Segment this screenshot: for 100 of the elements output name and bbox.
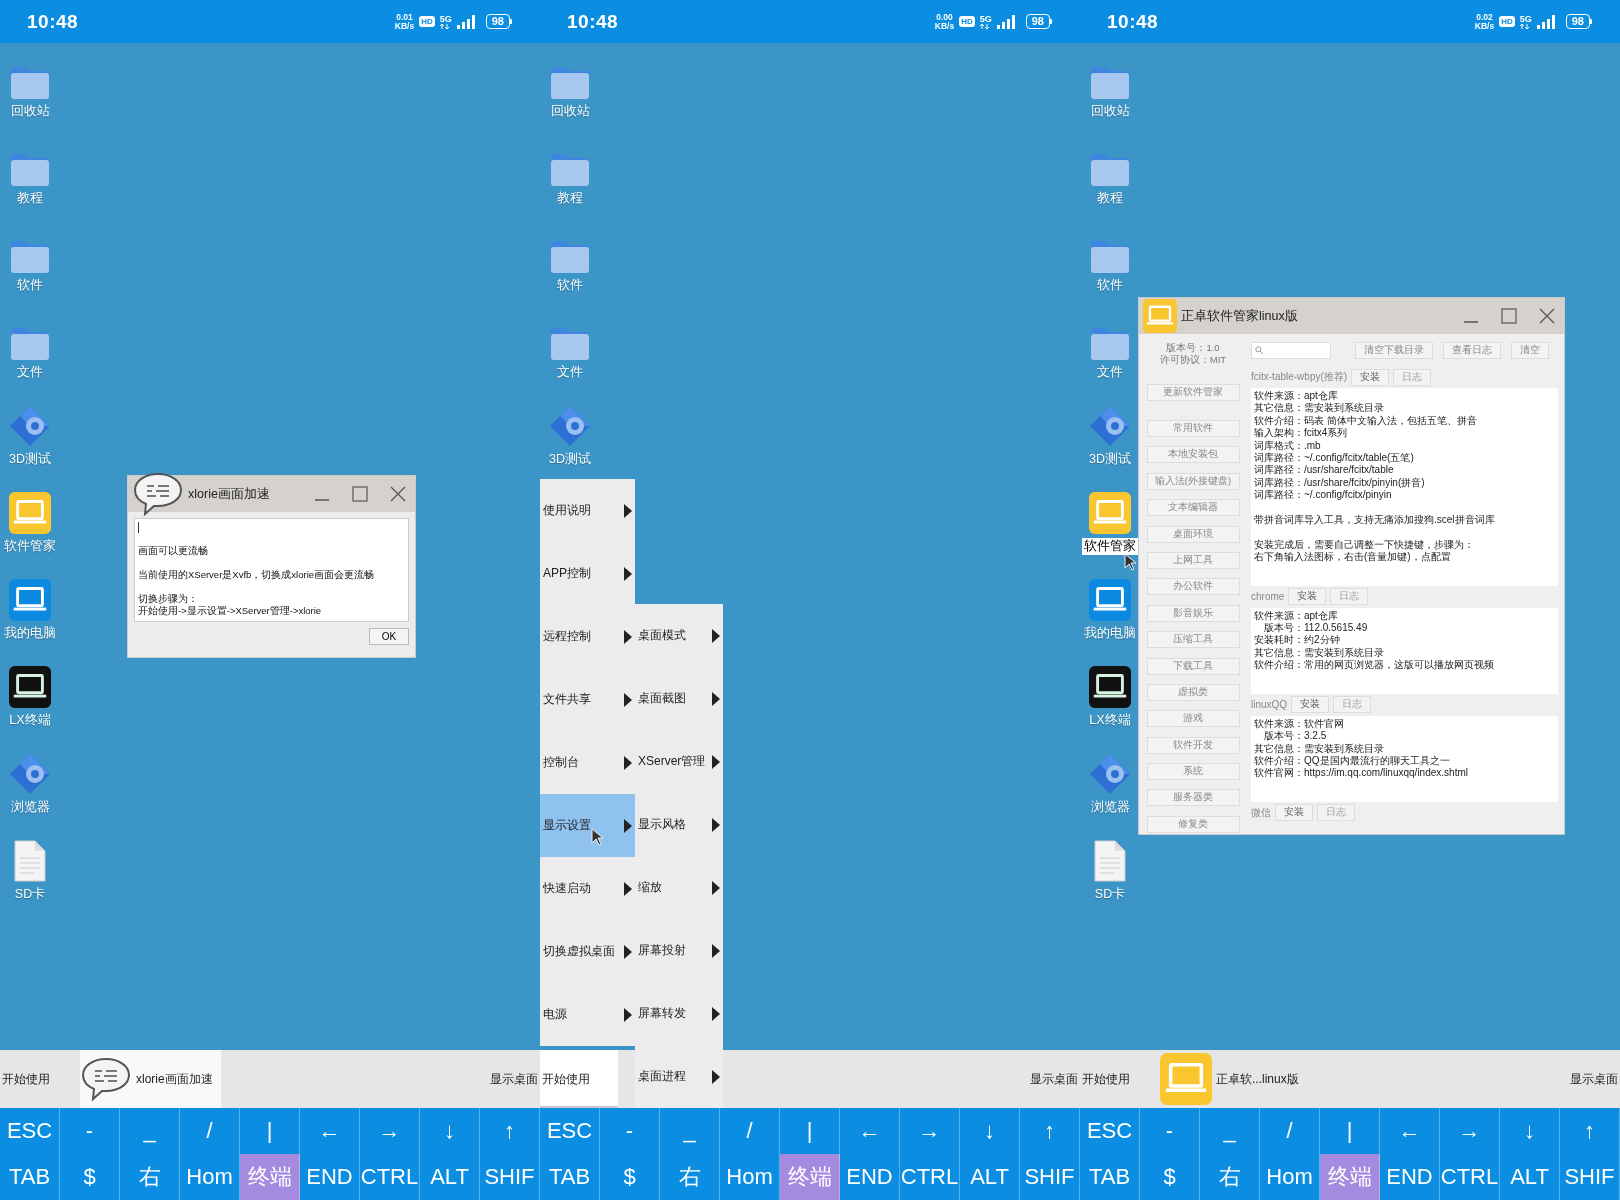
menu-item[interactable]: 电源 <box>540 983 635 1046</box>
maximize-icon[interactable] <box>351 485 369 503</box>
desktop-icon-label[interactable]: 软件 <box>555 277 585 294</box>
category-button[interactable]: 常用软件 <box>1146 420 1240 437</box>
keyboard-key[interactable]: ← <box>1380 1108 1440 1154</box>
keyboard-key[interactable]: CTRL <box>900 1154 960 1200</box>
keyboard-key[interactable]: ESC <box>540 1108 600 1154</box>
menu-item[interactable]: 桌面模式 <box>635 604 723 667</box>
desktop-icon-label[interactable]: 我的电脑 <box>1082 625 1138 642</box>
keyboard-key[interactable]: CTRL <box>360 1154 420 1200</box>
show-desktop-button[interactable]: 显示桌面 <box>1568 1050 1620 1108</box>
category-button[interactable]: 影音娱乐 <box>1146 604 1240 622</box>
desktop-icon-label[interactable]: 浏览器 <box>8 799 52 816</box>
keyboard-key[interactable]: / <box>180 1108 240 1154</box>
keyboard-key[interactable]: 右 <box>660 1154 720 1200</box>
menu-item[interactable]: 桌面进程 <box>635 1045 723 1108</box>
category-button[interactable]: 游戏 <box>1146 710 1240 728</box>
category-button[interactable]: 本地安装包 <box>1146 446 1240 464</box>
keyboard-key[interactable]: → <box>900 1108 960 1154</box>
package-button[interactable]: 安装 <box>1288 588 1327 606</box>
menu-item[interactable]: 显示风格 <box>635 793 723 856</box>
package-button[interactable]: 安装 <box>1291 696 1330 714</box>
desktop-icon-label[interactable]: 软件管家 <box>1082 538 1138 555</box>
category-button[interactable]: 下载工具 <box>1146 657 1240 675</box>
desktop-icon-label[interactable]: 回收站 <box>1088 103 1132 120</box>
desktop-icon-label[interactable]: 软件 <box>15 277 45 294</box>
keyboard-key[interactable]: ↑ <box>1560 1108 1620 1154</box>
keyboard-key[interactable]: 右 <box>1200 1154 1260 1200</box>
maximize-icon[interactable] <box>1500 307 1518 325</box>
menu-item[interactable]: 缩放 <box>635 856 723 919</box>
keyboard-key[interactable]: TAB <box>1080 1154 1140 1200</box>
keyboard-key[interactable]: _ <box>1200 1108 1260 1154</box>
menu-item[interactable]: 切换虚拟桌面 <box>540 920 635 983</box>
category-button[interactable]: 文本编辑器 <box>1146 499 1240 517</box>
menu-item[interactable]: 显示设置 <box>540 794 635 857</box>
desktop-icon-label[interactable]: 文件 <box>15 364 45 381</box>
menu-item[interactable]: 桌面截图 <box>635 667 723 730</box>
toolbar-button[interactable]: 清空 <box>1511 341 1549 359</box>
keyboard-key[interactable]: / <box>720 1108 780 1154</box>
toolbar-button[interactable]: 清空下载目录 <box>1355 341 1433 359</box>
keyboard-key[interactable]: SHIF <box>1560 1154 1620 1200</box>
keyboard-key[interactable]: 终端 <box>780 1154 840 1200</box>
desktop-icon-label[interactable]: 浏览器 <box>1088 799 1132 816</box>
desktop-icon-label[interactable]: 3D测试 <box>547 451 593 468</box>
category-button[interactable]: 虚拟类 <box>1146 683 1240 701</box>
keyboard-key[interactable]: ↓ <box>1500 1108 1560 1154</box>
menu-item[interactable]: 使用说明 <box>540 479 635 542</box>
desktop-icon-label[interactable]: 教程 <box>1095 190 1125 207</box>
start-button[interactable]: 开始使用 <box>0 1050 78 1108</box>
package-button[interactable]: 安装 <box>1275 804 1313 822</box>
category-button[interactable]: 软件开发 <box>1146 736 1240 754</box>
keyboard-key[interactable]: 右 <box>120 1154 180 1200</box>
keyboard-key[interactable]: - <box>1140 1108 1200 1154</box>
category-button[interactable]: 压缩工具 <box>1146 631 1240 649</box>
menu-item[interactable]: 屏幕转发 <box>635 982 723 1045</box>
keyboard-key[interactable]: CTRL <box>1440 1154 1500 1200</box>
keyboard-key[interactable]: ESC <box>1080 1108 1140 1154</box>
keyboard-key[interactable]: ← <box>840 1108 900 1154</box>
menu-item[interactable]: 快速启动 <box>540 857 635 920</box>
keyboard-key[interactable]: ALT <box>1500 1154 1560 1200</box>
keyboard-key[interactable]: - <box>60 1108 120 1154</box>
keyboard-key[interactable]: 终端 <box>240 1154 300 1200</box>
keyboard-key[interactable]: END <box>840 1154 900 1200</box>
desktop-icon-label[interactable]: 回收站 <box>548 103 592 120</box>
desktop-icon-label[interactable]: 文件 <box>555 364 585 381</box>
keyboard-key[interactable]: TAB <box>0 1154 60 1200</box>
desktop-icon-label[interactable]: 回收站 <box>8 103 52 120</box>
keyboard-key[interactable]: $ <box>600 1154 660 1200</box>
keyboard-key[interactable]: ← <box>300 1108 360 1154</box>
taskbar-item[interactable]: 正卓软...linux版 <box>1160 1050 1307 1108</box>
category-button[interactable]: 修复类 <box>1146 815 1240 833</box>
menu-item[interactable]: APP控制 <box>540 542 635 605</box>
menu-item[interactable]: XServer管理 <box>635 730 723 793</box>
desktop-icon-label[interactable]: 3D测试 <box>1087 451 1133 468</box>
keyboard-key[interactable]: TAB <box>540 1154 600 1200</box>
category-button[interactable]: 服务器类 <box>1146 789 1240 807</box>
desktop-icon-label[interactable]: LX终端 <box>7 712 53 729</box>
close-icon[interactable] <box>1538 307 1556 325</box>
keyboard-key[interactable]: ALT <box>960 1154 1020 1200</box>
keyboard-key[interactable]: 终端 <box>1320 1154 1380 1200</box>
desktop-icon-label[interactable]: SD卡 <box>1092 886 1128 903</box>
desktop-icon-label[interactable]: 我的电脑 <box>2 625 58 642</box>
desktop-icon-label[interactable]: 3D测试 <box>7 451 53 468</box>
search-field[interactable] <box>1251 341 1331 359</box>
desktop-icon-label[interactable]: 教程 <box>15 190 45 207</box>
category-button[interactable]: 更新软件管家 <box>1146 384 1240 401</box>
package-button[interactable]: 安装 <box>1351 368 1390 386</box>
menu-item[interactable]: 文件共享 <box>540 668 635 731</box>
keyboard-key[interactable]: / <box>1260 1108 1320 1154</box>
start-button[interactable]: 开始使用 <box>1080 1050 1158 1108</box>
category-button[interactable]: 输入法(外接键盘) <box>1146 472 1240 490</box>
category-button[interactable]: 上网工具 <box>1146 551 1240 569</box>
keyboard-key[interactable]: END <box>1380 1154 1440 1200</box>
keyboard-key[interactable]: ↓ <box>960 1108 1020 1154</box>
keyboard-key[interactable]: _ <box>120 1108 180 1154</box>
start-button[interactable]: 开始使用 <box>540 1050 618 1108</box>
show-desktop-button[interactable]: 显示桌面 <box>488 1050 540 1108</box>
desktop-icon-label[interactable]: LX终端 <box>1087 712 1133 729</box>
category-button[interactable]: 桌面环境 <box>1146 525 1240 543</box>
menu-item[interactable]: 控制台 <box>540 731 635 794</box>
